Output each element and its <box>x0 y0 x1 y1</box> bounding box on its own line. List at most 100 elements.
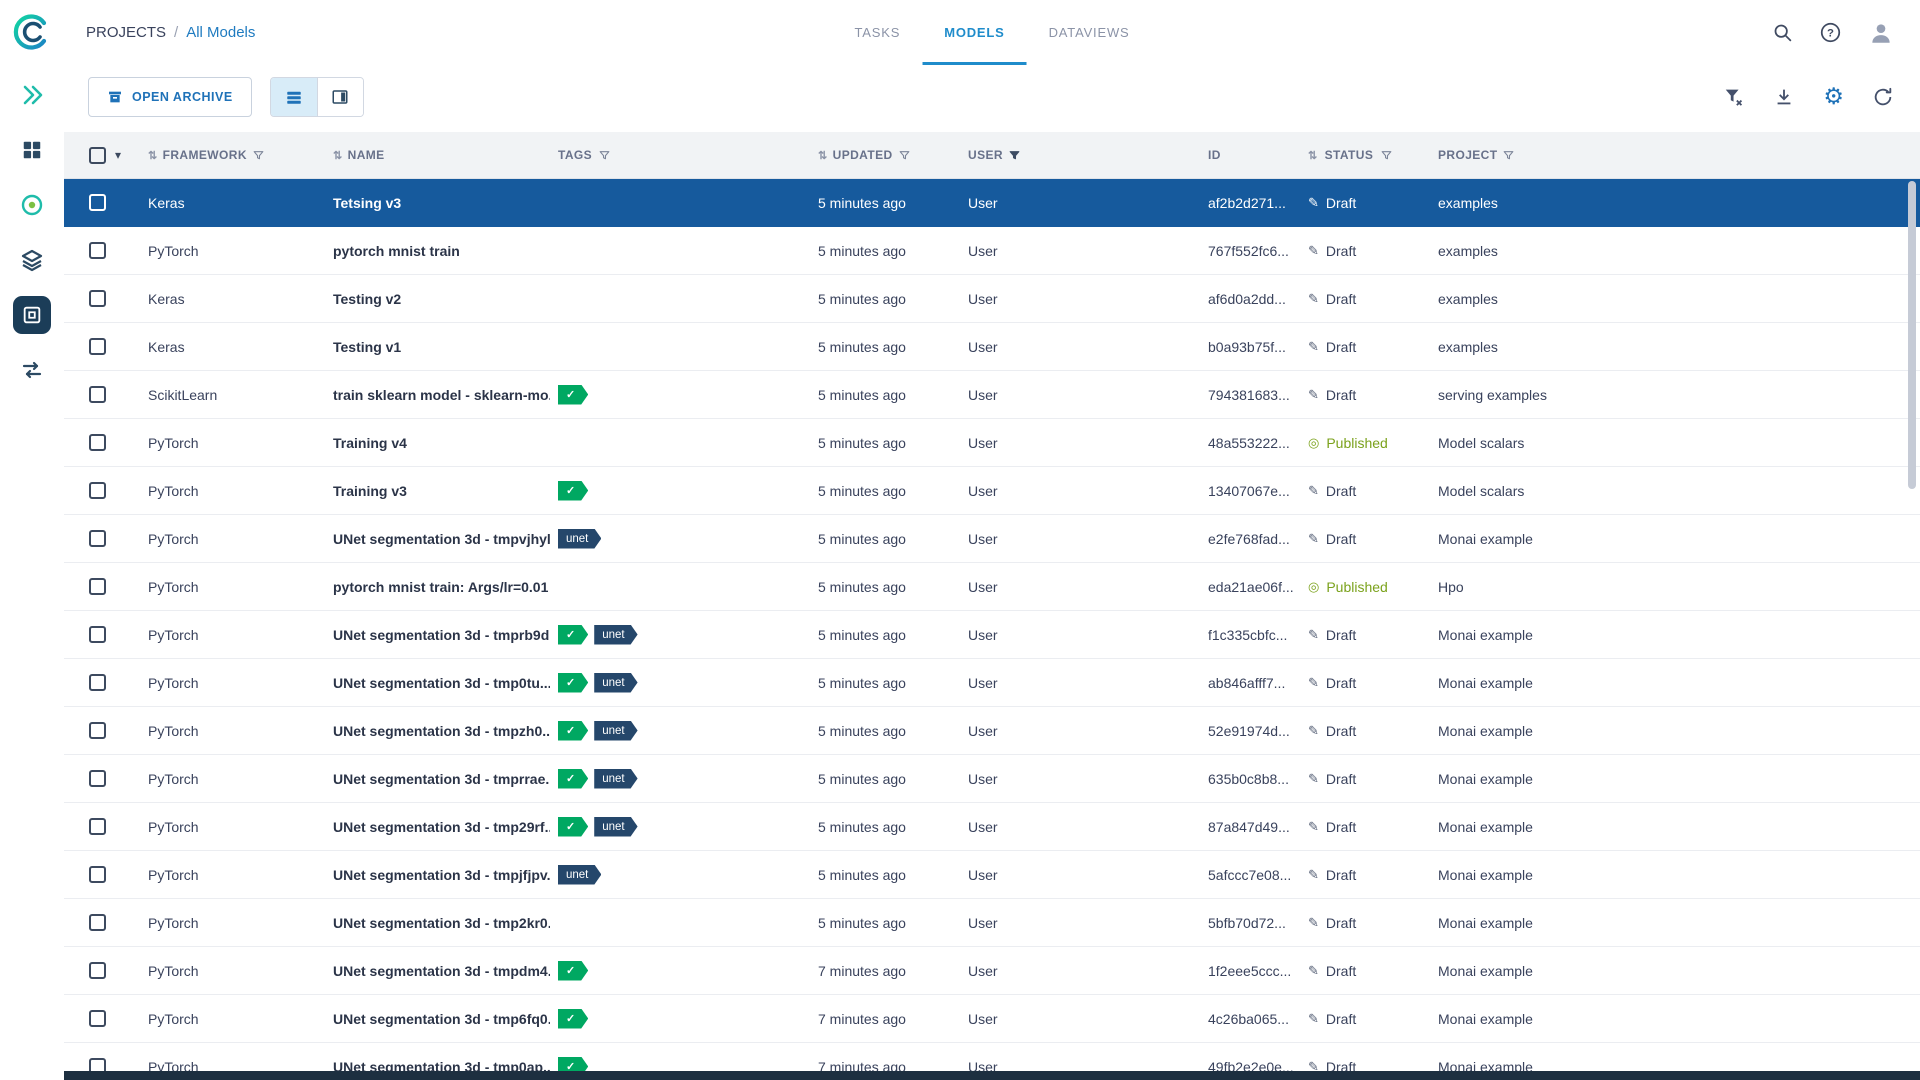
row-checkbox[interactable] <box>89 914 106 931</box>
table-row[interactable]: PyTorch Training v4 5 minutes ago User 4… <box>64 419 1920 467</box>
settings-icon[interactable]: ⚙ <box>1823 85 1844 108</box>
column-header-framework[interactable]: ⇅FRAMEWORK <box>140 148 325 162</box>
filter-icon[interactable] <box>598 149 611 162</box>
row-checkbox[interactable] <box>89 818 106 835</box>
table-row[interactable]: PyTorch UNet segmentation 3d - tmprb9d..… <box>64 611 1920 659</box>
model-name[interactable]: Tetsing v3 <box>325 195 550 211</box>
auto-refresh-icon[interactable] <box>1872 86 1894 108</box>
model-name[interactable]: Testing v2 <box>325 291 550 307</box>
clear-filters-icon[interactable] <box>1723 86 1745 108</box>
sidebar-item-pipelines[interactable] <box>13 241 51 279</box>
table-row[interactable]: PyTorch UNet segmentation 3d - tmp0tu...… <box>64 659 1920 707</box>
table-row[interactable]: ScikitLearn train sklearn model - sklear… <box>64 371 1920 419</box>
select-all-caret[interactable]: ▾ <box>115 148 121 162</box>
row-checkbox[interactable] <box>89 578 106 595</box>
sort-icon[interactable]: ⇅ <box>818 149 828 162</box>
table-row[interactable]: PyTorch UNet segmentation 3d - tmprrae..… <box>64 755 1920 803</box>
model-name[interactable]: UNet segmentation 3d - tmp29rf... <box>325 819 550 835</box>
sort-icon[interactable]: ⇅ <box>148 149 158 162</box>
model-name[interactable]: UNet segmentation 3d - tmp2kr0... <box>325 915 550 931</box>
model-name[interactable]: Training v3 <box>325 483 550 499</box>
column-header-id[interactable]: ID <box>1200 148 1300 162</box>
table-row[interactable]: PyTorch UNet segmentation 3d - tmpzh0...… <box>64 707 1920 755</box>
row-checkbox[interactable] <box>89 722 106 739</box>
column-header-project[interactable]: PROJECT <box>1430 148 1920 162</box>
table-row[interactable]: PyTorch UNet segmentation 3d - tmp2kr0..… <box>64 899 1920 947</box>
sidebar-item-workflows[interactable] <box>13 351 51 389</box>
search-icon[interactable] <box>1772 22 1793 43</box>
table-row[interactable]: PyTorch pytorch mnist train 5 minutes ag… <box>64 227 1920 275</box>
row-checkbox[interactable] <box>89 434 106 451</box>
table-row[interactable]: PyTorch UNet segmentation 3d - tmpjfjpv.… <box>64 851 1920 899</box>
model-name[interactable]: UNet segmentation 3d - tmprrae... <box>325 771 550 787</box>
table-row[interactable]: Keras Testing v1 5 minutes ago User b0a9… <box>64 323 1920 371</box>
table-view-button[interactable] <box>271 78 317 116</box>
table-row[interactable]: PyTorch UNet segmentation 3d - tmpdm4...… <box>64 947 1920 995</box>
row-checkbox[interactable] <box>89 290 106 307</box>
filter-icon[interactable] <box>1380 149 1393 162</box>
column-header-user[interactable]: USER <box>960 148 1200 162</box>
model-name[interactable]: Training v4 <box>325 435 550 451</box>
column-header-tags[interactable]: TAGS <box>550 148 810 162</box>
row-checkbox[interactable] <box>89 386 106 403</box>
model-name[interactable]: Testing v1 <box>325 339 550 355</box>
tab-dataviews[interactable]: DATAVIEWS <box>1027 0 1152 65</box>
id-cell: 4c26ba065... <box>1200 1011 1300 1027</box>
column-header-status[interactable]: ⇅STATUS <box>1300 148 1430 162</box>
updated-cell: 5 minutes ago <box>810 483 960 499</box>
row-checkbox[interactable] <box>89 770 106 787</box>
help-icon[interactable]: ? <box>1820 22 1841 43</box>
open-archive-label: OPEN ARCHIVE <box>132 90 233 104</box>
row-checkbox[interactable] <box>89 1010 106 1027</box>
sidebar-item-models[interactable] <box>13 296 51 334</box>
row-checkbox[interactable] <box>89 194 106 211</box>
table-row[interactable]: Keras Testing v2 5 minutes ago User af6d… <box>64 275 1920 323</box>
breadcrumb-projects[interactable]: PROJECTS <box>86 24 166 41</box>
column-header-updated[interactable]: ⇅UPDATED <box>810 148 960 162</box>
row-checkbox[interactable] <box>89 866 106 883</box>
row-checkbox[interactable] <box>89 674 106 691</box>
model-name[interactable]: UNet segmentation 3d - tmpdm4... <box>325 963 550 979</box>
model-name[interactable]: train sklearn model - sklearn-mo... <box>325 387 550 403</box>
sort-icon[interactable]: ⇅ <box>1308 149 1318 162</box>
table-row[interactable]: PyTorch Training v3 ✓ 5 minutes ago User… <box>64 467 1920 515</box>
table-row[interactable]: PyTorch pytorch mnist train: Args/lr=0.0… <box>64 563 1920 611</box>
table-row[interactable]: Keras Tetsing v3 5 minutes ago User af2b… <box>64 179 1920 227</box>
sidebar-item-getting-started[interactable] <box>13 76 51 114</box>
column-header-name[interactable]: ⇅NAME <box>325 148 550 162</box>
model-name[interactable]: pytorch mnist train: Args/lr=0.01 <box>325 579 550 595</box>
model-name[interactable]: UNet segmentation 3d - tmp0tu... <box>325 675 550 691</box>
sidebar-item-datasets[interactable] <box>13 186 51 224</box>
tab-tasks[interactable]: TASKS <box>833 0 923 65</box>
table-row[interactable]: PyTorch UNet segmentation 3d - tmpvjhyl.… <box>64 515 1920 563</box>
row-checkbox[interactable] <box>89 626 106 643</box>
user-avatar[interactable] <box>1868 20 1894 46</box>
table-row[interactable]: PyTorch UNet segmentation 3d - tmp6fq0..… <box>64 995 1920 1043</box>
row-checkbox[interactable] <box>89 242 106 259</box>
download-icon[interactable] <box>1773 86 1795 108</box>
sort-icon[interactable]: ⇅ <box>333 149 343 162</box>
model-name[interactable]: UNet segmentation 3d - tmpvjhyl... <box>325 531 550 547</box>
row-checkbox[interactable] <box>89 530 106 547</box>
model-name[interactable]: UNet segmentation 3d - tmp6fq0... <box>325 1011 550 1027</box>
tab-models[interactable]: MODELS <box>922 0 1026 65</box>
model-name[interactable]: UNet segmentation 3d - tmpjfjpv... <box>325 867 550 883</box>
filter-icon[interactable] <box>1008 149 1021 162</box>
sidebar-item-projects[interactable] <box>13 131 51 169</box>
row-checkbox[interactable] <box>89 338 106 355</box>
row-checkbox[interactable] <box>89 962 106 979</box>
model-name[interactable]: pytorch mnist train <box>325 243 550 259</box>
filter-icon[interactable] <box>252 149 265 162</box>
table-row[interactable]: PyTorch UNet segmentation 3d - tmp29rf..… <box>64 803 1920 851</box>
select-all-checkbox[interactable] <box>89 147 106 164</box>
filter-icon[interactable] <box>1502 149 1515 162</box>
vertical-scrollbar[interactable] <box>1908 181 1916 489</box>
clearml-logo[interactable] <box>10 10 54 54</box>
model-name[interactable]: UNet segmentation 3d - tmprb9d... <box>325 627 550 643</box>
filter-icon[interactable] <box>898 149 911 162</box>
model-name[interactable]: UNet segmentation 3d - tmpzh0... <box>325 723 550 739</box>
breadcrumb-all-models[interactable]: All Models <box>186 24 255 41</box>
row-checkbox[interactable] <box>89 482 106 499</box>
open-archive-button[interactable]: OPEN ARCHIVE <box>88 77 252 117</box>
split-view-button[interactable] <box>317 78 363 116</box>
